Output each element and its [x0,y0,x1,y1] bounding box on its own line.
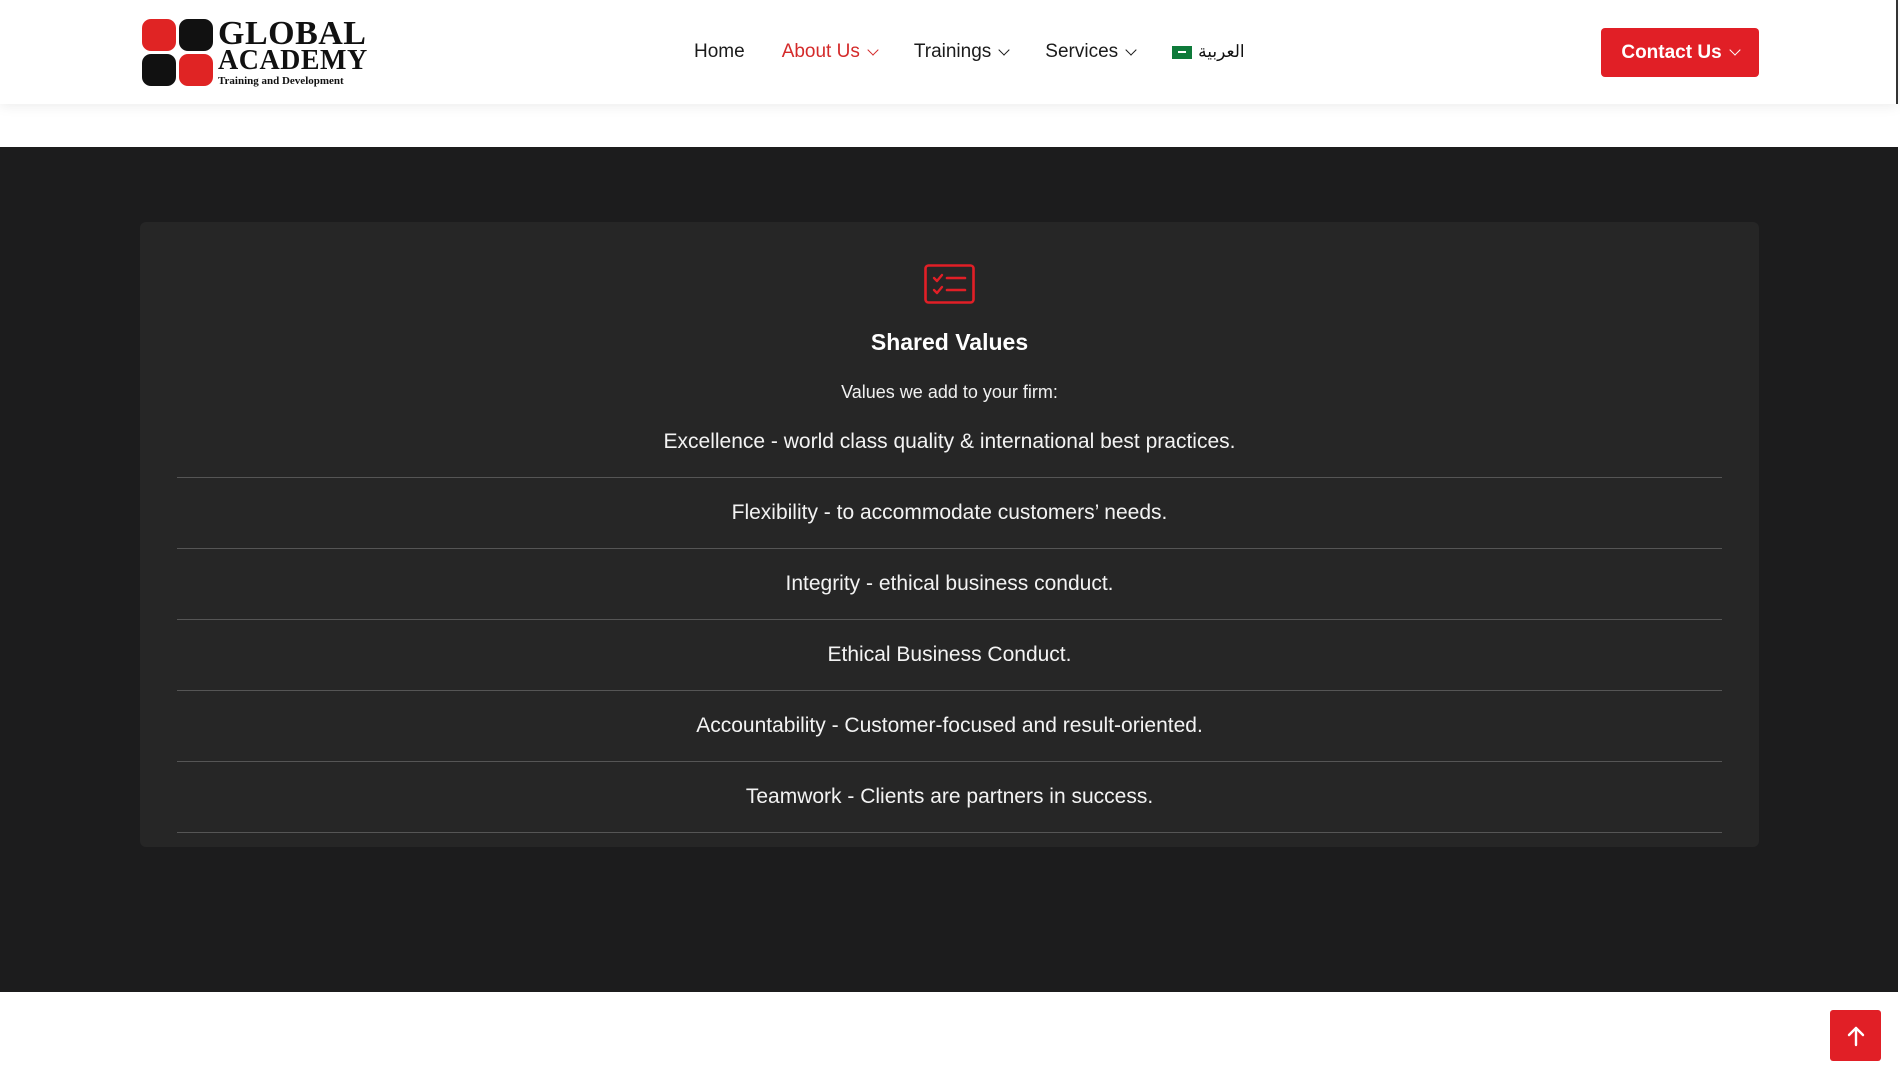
list-item: Excellence - world class quality & inter… [177,407,1722,478]
shared-values-card: Shared Values Values we add to your firm… [140,222,1759,847]
list-item: Ethical Business Conduct. [177,620,1722,691]
nav-home[interactable]: Home [694,41,745,63]
values-list: Excellence - world class quality & inter… [177,407,1722,833]
contact-us-button[interactable]: Contact Us [1601,28,1759,77]
scrollbar[interactable] [1896,0,1898,104]
back-to-top-button[interactable] [1830,1010,1881,1061]
list-item: Flexibility - to accommodate customers’ … [177,478,1722,549]
logo-tile [179,54,213,86]
main-nav: Home About Us Trainings Services العربية [694,0,1245,104]
saudi-flag-icon [1172,45,1193,59]
logo-tile [142,19,176,51]
nav-trainings-label: Trainings [913,41,992,62]
nav-home-label: Home [694,41,745,62]
checklist-icon [924,264,975,304]
nav-about-us[interactable]: About Us [781,41,879,63]
nav-about-label: About Us [781,41,860,62]
list-item: Accountability - Customer-focused and re… [177,691,1722,762]
card-title: Shared Values [870,329,1029,355]
language-label: العربية [1198,42,1245,61]
logo-tagline: Training and Development [218,75,344,87]
list-item: Teamwork - Clients are partners in succe… [177,762,1722,833]
shared-values-section: Shared Values Values we add to your firm… [0,147,1898,992]
contact-us-label: Contact Us [1621,41,1722,63]
site-header: GLOBAL ACADEMY Training and Development … [0,0,1898,104]
nav-services[interactable]: Services [1045,41,1137,63]
nav-trainings[interactable]: Trainings [913,41,1010,63]
chevron-down-icon [1728,44,1741,56]
chevron-down-icon [998,43,1010,56]
nav-services-label: Services [1045,41,1119,62]
logo-mark-icon [142,19,214,87]
chevron-down-icon [1125,43,1137,56]
logo-tile [142,54,176,86]
language-switch[interactable]: العربية [1172,42,1245,62]
chevron-down-icon [867,43,879,56]
logo[interactable]: GLOBAL ACADEMY Training and Development [142,15,367,89]
arrow-up-icon [1847,1026,1864,1046]
card-subtitle: Values we add to your firm: [841,382,1058,402]
logo-text-academy: ACADEMY [218,45,368,76]
logo-tile [179,19,213,51]
list-item: Integrity - ethical business conduct. [177,549,1722,620]
